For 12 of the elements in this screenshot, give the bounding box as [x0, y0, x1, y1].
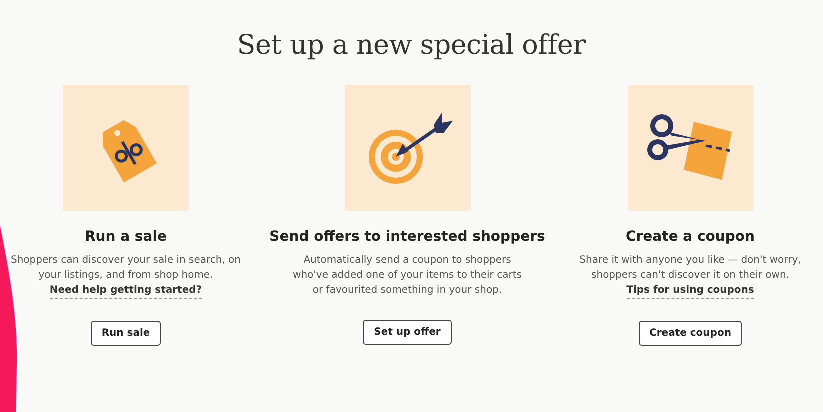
offer-button[interactable]: Run sale: [90, 321, 162, 346]
help-link[interactable]: Need help getting started?: [50, 283, 202, 299]
page-title: Set up a new special offer: [237, 30, 586, 61]
offer-button[interactable]: Create coupon: [638, 321, 742, 346]
offer-heading: Run a sale: [85, 229, 167, 245]
offer-heading: Create a coupon: [626, 229, 755, 245]
offer-description: Automatically send a coupon to shoppers who've added one of your items to their carts or favourited something in your shop.: [292, 254, 523, 298]
offer-description: Share it with anyone you like — don't worry, shoppers can't discover it on their own.: [578, 254, 802, 283]
help-link[interactable]: Tips for using coupons: [626, 283, 754, 299]
offer-heading: Send offers to interested shoppers: [270, 229, 546, 245]
offer-button[interactable]: Set up offer: [363, 320, 452, 345]
offer-description: Shoppers can discover your sale in search, on your listings, and from shop home.: [10, 254, 242, 283]
